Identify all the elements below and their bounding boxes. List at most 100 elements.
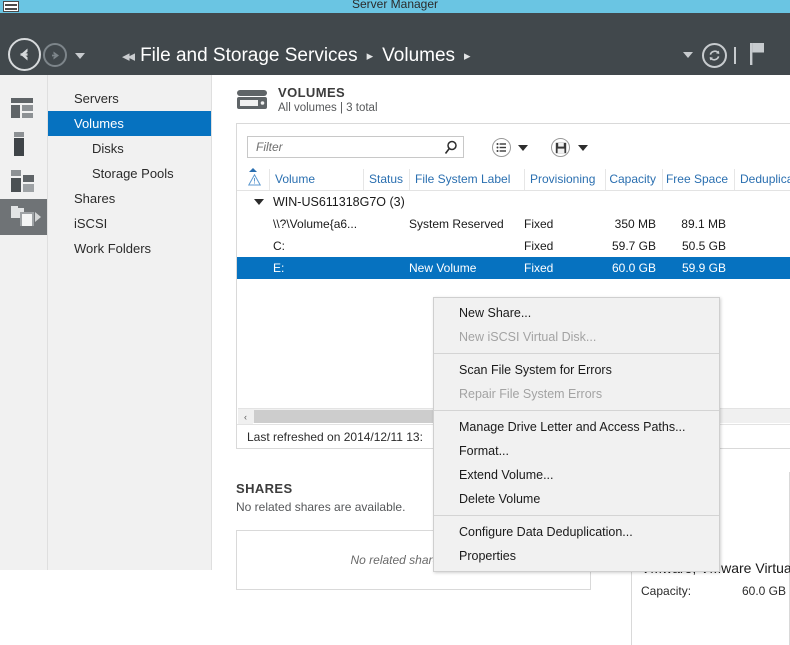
navigation-tree: Servers Volumes Disks Storage Pools Shar…: [47, 75, 212, 570]
list-view-icon[interactable]: [492, 138, 511, 157]
shares-title: SHARES: [236, 481, 293, 496]
cell-status: [363, 257, 409, 279]
menu-separator: [434, 353, 719, 354]
dashboard-icon: [11, 97, 33, 121]
cell-status: [363, 235, 409, 257]
sidebar-item-dashboard[interactable]: [0, 91, 47, 127]
menu-separator: [434, 410, 719, 411]
table-row[interactable]: C: Fixed 59.7 GB 50.5 GB: [237, 235, 790, 257]
menu-item-extend-volume[interactable]: Extend Volume...: [434, 463, 719, 487]
menu-item-repair-file-system-errors: Repair File System Errors: [459, 387, 603, 401]
column-header-free-space[interactable]: Free Space: [662, 169, 734, 190]
history-dropdown-caret-icon[interactable]: [75, 53, 85, 59]
grid-header: Volume Status File System Label Provisio…: [237, 168, 790, 191]
shares-panel-header: SHARES No related shares are available.: [236, 481, 405, 514]
breadcrumb: ◂◂ File and Storage Services ▸ Volumes ▸: [122, 41, 480, 71]
cell-volume: \\?\Volume{a6...: [273, 217, 358, 231]
table-row[interactable]: \\?\Volume{a6... System Reserved Fixed 3…: [237, 213, 790, 235]
cell-capacity: 60.0 GB: [611, 261, 656, 275]
tree-item-shares[interactable]: Shares: [48, 186, 211, 211]
cell-provisioning: Fixed: [524, 239, 554, 253]
warning-icon: [247, 173, 262, 186]
navigation-bar: ◂◂ File and Storage Services ▸ Volumes ▸: [0, 13, 790, 75]
volume-context-menu: New Share... New iSCSI Virtual Disk... S…: [433, 297, 720, 572]
detail-capacity-row: Capacity: 60.0 GB: [641, 584, 786, 598]
back-arrow-icon[interactable]: [8, 38, 41, 71]
list-view-caret-icon[interactable]: [518, 145, 528, 151]
menu-separator: [434, 515, 719, 516]
window-title-bar: Server Manager: [0, 0, 790, 13]
window-title: Server Manager: [351, 0, 439, 11]
scroll-left-arrow-icon[interactable]: ‹: [238, 409, 253, 424]
menu-item-new-iscsi-virtual-disk: New iSCSI Virtual Disk...: [459, 330, 597, 344]
tree-item-disks[interactable]: Disks: [48, 136, 211, 161]
group-row[interactable]: WIN-US611318G7O (3): [237, 191, 790, 213]
tree-item-servers[interactable]: Servers: [48, 86, 211, 111]
tree-item-volumes[interactable]: Volumes: [48, 111, 211, 136]
cell-fs-label: [409, 235, 524, 257]
cell-status: [363, 213, 409, 235]
breadcrumb-back-prefix-icon[interactable]: ◂◂: [122, 47, 135, 65]
toolbar-divider: [734, 46, 736, 64]
menu-item-scan-file-system-for-errors[interactable]: Scan File System for Errors: [434, 358, 719, 382]
collapse-triangle-icon[interactable]: [254, 199, 264, 205]
cell-volume: C:: [273, 239, 285, 253]
sidebar-item-all-servers[interactable]: [0, 163, 47, 199]
column-header-deduplication[interactable]: Deduplicat: [734, 169, 790, 190]
page-subtitle: All volumes | 3 total: [278, 102, 378, 114]
volumes-toolbar: [237, 124, 790, 169]
breadcrumb-separator-icon: ▸: [464, 48, 471, 63]
refresh-icon[interactable]: [702, 42, 727, 68]
save-query-icon[interactable]: [551, 138, 570, 157]
flag-icon[interactable]: [748, 42, 768, 69]
cell-capacity: 350 MB: [614, 217, 656, 231]
search-input[interactable]: [254, 137, 434, 157]
table-row[interactable]: E: New Volume Fixed 60.0 GB 59.9 GB: [237, 257, 790, 279]
column-header-status[interactable]: Status: [363, 169, 409, 190]
menu-item-manage-drive-letter-and-access-paths[interactable]: Manage Drive Letter and Access Paths...: [434, 415, 719, 439]
menu-item-delete-volume[interactable]: Delete Volume: [434, 487, 719, 511]
expand-arrow-icon[interactable]: [35, 212, 41, 222]
shares-subtitle: No related shares are available.: [236, 500, 406, 514]
chevron-down-icon[interactable]: [683, 52, 693, 58]
breadcrumb-item-file-and-storage-services[interactable]: File and Storage Services: [140, 45, 358, 67]
breadcrumb-item-volumes[interactable]: Volumes: [382, 45, 455, 67]
module-icon-strip: [0, 75, 47, 570]
search-icon[interactable]: [444, 140, 458, 158]
local-server-icon: [11, 131, 27, 159]
volumes-panel-header: VOLUMES All volumes | 3 total: [236, 85, 378, 116]
group-row-label: WIN-US611318G7O (3): [273, 195, 405, 209]
detail-capacity-value: 60.0 GB: [741, 584, 786, 598]
cell-provisioning: Fixed: [524, 261, 554, 275]
cell-free-space: 59.9 GB: [681, 261, 726, 275]
column-header-provisioning[interactable]: Provisioning: [524, 169, 605, 190]
save-query-caret-icon[interactable]: [578, 145, 588, 151]
cell-fs-label: New Volume: [409, 261, 477, 275]
volumes-icon: [236, 89, 268, 111]
column-header-file-system-label[interactable]: File System Label: [409, 169, 524, 190]
forward-arrow-icon[interactable]: [43, 43, 67, 67]
menu-item-new-share[interactable]: New Share...: [434, 301, 719, 325]
filter-box[interactable]: [247, 136, 464, 158]
tree-item-iscsi[interactable]: iSCSI: [48, 211, 211, 236]
tree-item-storage-pools[interactable]: Storage Pools: [48, 161, 211, 186]
cell-volume: E:: [273, 261, 285, 275]
column-header-warning[interactable]: [243, 168, 269, 190]
navbar-tools: [683, 38, 790, 72]
menu-item-configure-data-deduplication[interactable]: Configure Data Deduplication...: [434, 520, 719, 544]
file-and-storage-services-icon: [11, 206, 34, 226]
sidebar-item-local-server[interactable]: [0, 127, 47, 163]
tree-item-work-folders[interactable]: Work Folders: [48, 236, 211, 261]
sort-ascending-icon: [249, 168, 257, 172]
menu-item-properties[interactable]: Properties: [434, 544, 719, 568]
column-header-volume[interactable]: Volume: [269, 169, 363, 190]
cell-capacity: 59.7 GB: [611, 239, 656, 253]
column-header-capacity[interactable]: Capacity: [605, 169, 662, 190]
breadcrumb-separator-icon: ▸: [366, 48, 374, 63]
menu-item-format[interactable]: Format...: [434, 439, 719, 463]
cell-provisioning: Fixed: [524, 217, 554, 231]
cell-fs-label: System Reserved: [409, 217, 504, 231]
sidebar-item-file-and-storage-services[interactable]: [0, 199, 47, 235]
detail-capacity-label: Capacity:: [641, 584, 692, 598]
cell-free-space: 89.1 MB: [681, 217, 726, 231]
